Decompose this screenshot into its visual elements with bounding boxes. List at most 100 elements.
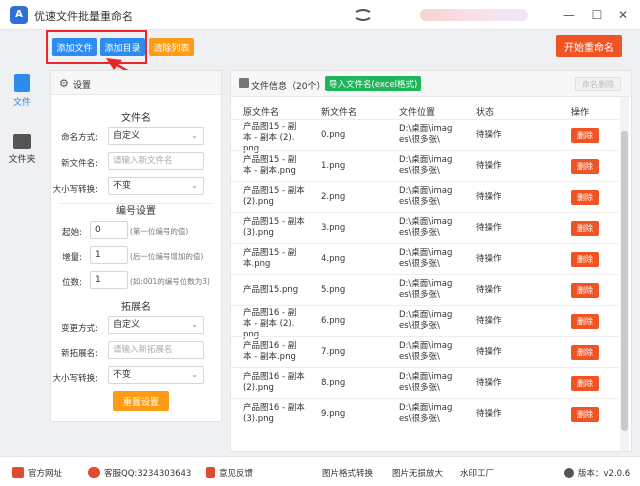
- case-select[interactable]: 不变 ⌄: [108, 177, 204, 195]
- new-name-cell: 3.png: [321, 223, 346, 233]
- delete-button[interactable]: 删除: [571, 221, 599, 236]
- nav-files[interactable]: 文件: [0, 74, 44, 108]
- chevron-down-icon: ⌄: [191, 181, 198, 190]
- nav-folders-label: 文件夹: [8, 155, 36, 165]
- section-filename: 文件名: [121, 113, 151, 124]
- table-row[interactable]: 产品图15 - 副本 - 副本 (2). png 0.png D:\桌面\imag es…: [231, 119, 619, 154]
- table-row[interactable]: 产品图15 - 副本.png 4.png D:\桌面\imag es\很多张\ 待操作 删…: [231, 243, 619, 274]
- delete-button[interactable]: 删除: [571, 376, 599, 391]
- location-line: D:\桌面\imag: [399, 279, 453, 289]
- new-name-cell: 2.png: [321, 192, 346, 202]
- ext-mode-value: 自定义: [113, 320, 141, 330]
- step-number-input[interactable]: [90, 246, 128, 264]
- original-name-cell: 产品图15 - 副本 - 副本.png: [243, 155, 296, 177]
- maximize-button[interactable]: ☐: [588, 6, 606, 24]
- img-convert-link[interactable]: 图片格式转换: [322, 467, 373, 479]
- qq-service-label: 客服QQ:3234303643: [104, 469, 192, 479]
- table-row[interactable]: 产品图16 - 副本 (3).png 9.png D:\桌面\imag es\很多张\ 待…: [231, 398, 619, 429]
- table-row[interactable]: 产品图16 - 副本 - 副本 (2). png 6.png D:\桌面\imag es…: [231, 305, 619, 340]
- delete-button[interactable]: 删除: [571, 283, 599, 298]
- location-line: es\很多张\: [399, 228, 440, 238]
- naming-mode-label: 命名方式:: [61, 133, 98, 143]
- original-name-cell: 产品图15.png: [243, 285, 298, 296]
- scroll-thumb[interactable]: [621, 131, 628, 431]
- delete-button[interactable]: 删除: [571, 128, 599, 143]
- new-name-input[interactable]: [108, 152, 204, 170]
- location-line: D:\桌面\imag: [399, 186, 453, 196]
- brand-mark-icon: [355, 9, 371, 21]
- digits-number-input[interactable]: [90, 271, 128, 289]
- chevron-down-icon: ⌄: [191, 370, 198, 379]
- location-cell: D:\桌面\imag es\很多张\: [399, 217, 452, 239]
- start-hint: (第一位编号的值): [130, 227, 189, 236]
- account-banner: [420, 9, 528, 21]
- location-line: es\很多张\: [399, 166, 440, 176]
- website-link[interactable]: 官方网址: [12, 467, 62, 479]
- delete-button[interactable]: 删除: [571, 190, 599, 205]
- file-list-header: 文件信息（20个） 导入文件名(excel格式) 命名删除: [231, 71, 631, 97]
- start-label: 起始:: [62, 228, 82, 238]
- location-line: D:\桌面\imag: [399, 217, 453, 227]
- import-excel-button[interactable]: 导入文件名(excel格式): [325, 76, 422, 91]
- original-name-line: 产品图16 - 副本: [243, 403, 305, 413]
- location-line: D:\桌面\imag: [399, 310, 453, 320]
- img-zoom-link[interactable]: 图片无损放大: [392, 467, 443, 479]
- delete-button[interactable]: 删除: [571, 407, 599, 422]
- digits-label: 位数:: [62, 278, 82, 288]
- table-row[interactable]: 产品图16 - 副本 - 副本.png 7.png D:\桌面\imag es\很多张…: [231, 336, 619, 367]
- minimize-button[interactable]: —: [560, 6, 578, 24]
- original-name-line: 产品图16 - 副本: [243, 372, 305, 382]
- clear-names-button[interactable]: 命名删除: [575, 77, 621, 91]
- new-name-label: 新文件名:: [61, 159, 98, 169]
- table-row[interactable]: 产品图15.png 5.png D:\桌面\imag es\很多张\ 待操作 删除: [231, 274, 619, 305]
- nav-folders[interactable]: 文件夹: [0, 134, 44, 165]
- close-button[interactable]: ✕: [614, 6, 632, 24]
- ext-case-select[interactable]: 不变 ⌄: [108, 366, 204, 384]
- delete-button[interactable]: 删除: [571, 345, 599, 360]
- start-number-input[interactable]: [90, 221, 128, 239]
- title-bar: A 优速文件批量重命名 — ☐ ✕: [0, 0, 640, 30]
- feedback-link[interactable]: 意见反馈: [206, 467, 253, 479]
- pdf-icon: [206, 467, 215, 478]
- status-cell: 待操作: [476, 378, 502, 388]
- list-icon: [239, 78, 249, 88]
- ext-mode-select[interactable]: 自定义 ⌄: [108, 316, 204, 334]
- section-numbering: 编号设置: [116, 206, 156, 217]
- status-cell: 待操作: [476, 316, 502, 326]
- new-name-cell: 5.png: [321, 285, 346, 295]
- scrollbar[interactable]: [620, 97, 629, 451]
- qq-service-link[interactable]: 客服QQ:3234303643: [88, 467, 191, 479]
- ext-case-value: 不变: [113, 370, 132, 380]
- original-name-line: (3).png: [243, 414, 274, 424]
- file-icon: [14, 74, 30, 92]
- new-ext-input[interactable]: [108, 341, 204, 359]
- gear-icon: ⚙: [59, 77, 69, 90]
- delete-button[interactable]: 删除: [571, 252, 599, 267]
- location-line: es\很多张\: [399, 321, 440, 331]
- naming-mode-select[interactable]: 自定义 ⌄: [108, 127, 204, 145]
- start-rename-button[interactable]: 开始重命名: [556, 35, 622, 57]
- table-row[interactable]: 产品图15 - 副本 (3).png 3.png D:\桌面\imag es\很多张\ 待…: [231, 212, 619, 243]
- delete-button[interactable]: 删除: [571, 314, 599, 329]
- new-name-cell: 9.png: [321, 409, 346, 419]
- delete-button[interactable]: 删除: [571, 159, 599, 174]
- nav-files-label: 文件: [12, 98, 31, 108]
- table-row[interactable]: 产品图16 - 副本 (2).png 8.png D:\桌面\imag es\很多张\ 待…: [231, 367, 619, 398]
- reset-settings-button[interactable]: 重置设置: [113, 391, 169, 411]
- file-list-panel: 文件信息（20个） 导入文件名(excel格式) 命名删除 原文件名 新文件名 …: [230, 70, 632, 452]
- settings-header: ⚙ 设置: [51, 71, 221, 95]
- col-status: 状态: [476, 108, 495, 118]
- watermark-link[interactable]: 水印工厂: [460, 467, 494, 479]
- clear-list-button[interactable]: 清除列表: [149, 38, 194, 56]
- location-cell: D:\桌面\imag es\很多张\: [399, 124, 452, 146]
- status-cell: 待操作: [476, 130, 502, 140]
- original-name-line: 本 - 副本.png: [243, 352, 296, 362]
- location-line: es\很多张\: [399, 414, 440, 424]
- status-cell: 待操作: [476, 254, 502, 264]
- section-extension: 拓展名: [121, 302, 151, 313]
- original-name-line: 产品图15 - 副本: [243, 186, 305, 196]
- table-row[interactable]: 产品图15 - 副本 (2).png 2.png D:\桌面\imag es\很多张\ 待…: [231, 181, 619, 212]
- table-row[interactable]: 产品图15 - 副本 - 副本.png 1.png D:\桌面\imag es\很多张…: [231, 150, 619, 181]
- status-cell: 待操作: [476, 285, 502, 295]
- location-cell: D:\桌面\imag es\很多张\: [399, 372, 452, 394]
